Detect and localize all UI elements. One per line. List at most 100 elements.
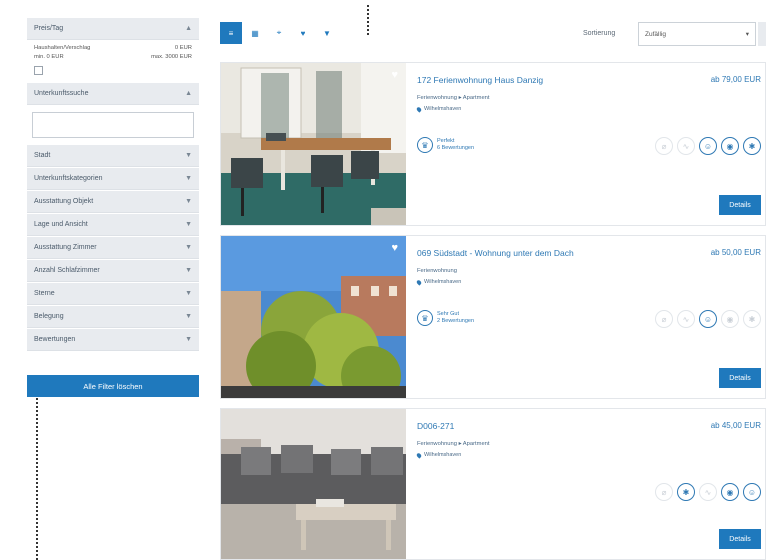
location-pin-icon <box>415 278 423 286</box>
rating-trophy-icon: ♛ <box>417 310 433 326</box>
map-view-icon[interactable]: ⌖ <box>268 22 290 44</box>
filter-label: Sterne <box>34 290 55 297</box>
filter-7[interactable]: Belegung ▼ <box>27 306 199 328</box>
favorites-view-icon[interactable]: ♥ <box>292 22 314 44</box>
wifi-icon: ∿ <box>677 310 695 328</box>
rating-text: Sehr Gut 2 Bewertungen <box>437 311 474 325</box>
rating-count: 6 Bewertungen <box>437 145 474 151</box>
price-label: Haushalten/Verschlag <box>34 45 91 51</box>
listing-type: Ferienwohnung ▸ Apartment <box>417 95 490 101</box>
chevron-down-icon: ▼ <box>185 290 192 297</box>
wifi-icon: ∿ <box>699 483 717 501</box>
listing-location: Wilhelmshaven <box>415 451 765 459</box>
listing-card: ♥ 069 Südstadt - Wohnung unter dem Dach … <box>220 235 766 399</box>
chevron-down-icon: ▼ <box>185 175 192 182</box>
search-filter-header[interactable]: Unterkunftssuche ▲ <box>27 83 199 105</box>
feature-icons: ⌀ ✱ ∿ ◉ ☺ <box>655 483 761 501</box>
filter-label: Lage und Ansicht <box>34 221 88 228</box>
filter-sidebar: Preis/Tag ▲ Haushalten/Verschlag 0 EUR m… <box>27 18 199 397</box>
favorite-heart-icon[interactable]: ♥ <box>391 242 398 254</box>
details-button[interactable]: Details <box>719 529 761 549</box>
chevron-up-icon: ▲ <box>185 25 192 32</box>
rating-label: Sehr Gut <box>437 311 460 317</box>
filter-view-icon[interactable]: ▼ <box>316 22 338 44</box>
price-checkbox[interactable] <box>34 66 43 75</box>
chevron-down-icon: ▼ <box>185 244 192 251</box>
chevron-down-icon: ▼ <box>185 221 192 228</box>
filter-5[interactable]: Anzahl Schlafzimmer ▼ <box>27 260 199 282</box>
feature-icons: ⌀ ∿ ☺ ◉ ✱ <box>655 310 761 328</box>
listing-card: ♥ 172 Ferienwohnung Haus Danzig Ferienwo… <box>220 62 766 226</box>
wifi-icon: ∿ <box>677 137 695 155</box>
pet-icon: ✱ <box>743 310 761 328</box>
listing-location: Wilhelmshaven <box>415 105 765 113</box>
filter-label: Bewertungen <box>34 336 76 343</box>
listing-type: Ferienwohnung <box>417 268 457 274</box>
price-min: min. 0 EUR <box>34 54 64 60</box>
dotted-guide-left <box>36 378 38 560</box>
filter-3[interactable]: Lage und Ansicht ▼ <box>27 214 199 236</box>
chevron-down-icon: ▼ <box>185 267 192 274</box>
baby-icon: ☺ <box>699 310 717 328</box>
filter-1[interactable]: Unterkunftskategorien ▼ <box>27 168 199 190</box>
filter-label: Ausstattung Zimmer <box>34 244 97 251</box>
pet-icon: ✱ <box>743 137 761 155</box>
listing-price: ab 45,00 EUR <box>710 421 761 430</box>
location-text: Wilhelmshaven <box>424 452 462 458</box>
rating-count: 2 Bewertungen <box>437 318 474 324</box>
rating-trophy-icon: ♛ <box>417 137 433 153</box>
price-filter-body: Haushalten/Verschlag 0 EUR min. 0 EUR ma… <box>27 40 199 83</box>
filter-0[interactable]: Stadt ▼ <box>27 145 199 167</box>
price-filter-label: Preis/Tag <box>34 25 64 32</box>
details-button[interactable]: Details <box>719 368 761 388</box>
price-filter-header[interactable]: Preis/Tag ▲ <box>27 18 199 40</box>
location-text: Wilhelmshaven <box>424 279 462 285</box>
location-pin-icon <box>415 105 423 113</box>
list-view-icon[interactable]: ≡ <box>220 22 242 44</box>
baby-icon: ☺ <box>699 137 717 155</box>
filter-label: Unterkunftskategorien <box>34 175 103 182</box>
grid-view-icon[interactable]: ▦ <box>244 22 266 44</box>
sort-value: Zufällig <box>645 30 666 38</box>
location-text: Wilhelmshaven <box>424 106 462 112</box>
sort-label: Sortierung <box>583 30 616 37</box>
favorite-heart-icon[interactable]: ♥ <box>391 69 398 81</box>
filter-label: Stadt <box>34 152 51 159</box>
listing-photo[interactable] <box>221 409 406 559</box>
listing-photo[interactable]: ♥ <box>221 236 406 398</box>
listing-card: D006-271 Ferienwohnung ▸ Apartment Wilhe… <box>220 408 766 560</box>
filter-label: Belegung <box>34 313 64 320</box>
listing-location: Wilhelmshaven <box>415 278 765 286</box>
sort-direction-button[interactable] <box>758 22 766 46</box>
listing-type: Ferienwohnung ▸ Apartment <box>417 441 490 447</box>
sort-select[interactable]: Zufällig ▾ <box>638 22 756 46</box>
wifi-signal-icon: ◉ <box>721 137 739 155</box>
view-toolbar: ≡ ▦ ⌖ ♥ ▼ <box>220 22 338 44</box>
smoking-icon: ⌀ <box>655 483 673 501</box>
filter-8[interactable]: Bewertungen ▼ <box>27 329 199 351</box>
feature-icons: ⌀ ∿ ☺ ◉ ✱ <box>655 137 761 155</box>
wifi-signal-icon: ◉ <box>721 483 739 501</box>
listing-price: ab 79,00 EUR <box>710 75 761 84</box>
chevron-down-icon: ▼ <box>185 313 192 320</box>
chevron-down-icon: ▼ <box>185 198 192 205</box>
filter-label: Ausstattung Objekt <box>34 198 94 205</box>
search-filter-label: Unterkunftssuche <box>34 90 89 97</box>
filter-4[interactable]: Ausstattung Zimmer ▼ <box>27 237 199 259</box>
price-value: 0 EUR <box>174 45 192 51</box>
listing-photo[interactable]: ♥ <box>221 63 406 225</box>
details-button[interactable]: Details <box>719 195 761 215</box>
listing-rating: ♛ Sehr Gut 2 Bewertungen <box>417 310 474 326</box>
filter-list: Stadt ▼ Unterkunftskategorien ▼ Ausstattung … <box>27 145 199 351</box>
wifi-signal-icon: ◉ <box>721 310 739 328</box>
location-pin-icon <box>415 451 423 459</box>
living-room-image <box>221 409 406 559</box>
filter-label: Anzahl Schlafzimmer <box>34 267 100 274</box>
chevron-up-icon: ▲ <box>185 90 192 97</box>
filter-2[interactable]: Ausstattung Objekt ▼ <box>27 191 199 213</box>
clear-filters-button[interactable]: Alle Filter löschen <box>27 375 199 397</box>
search-input[interactable] <box>32 112 194 138</box>
chevron-down-icon: ▾ <box>745 31 749 38</box>
dotted-guide-top <box>367 5 369 35</box>
filter-6[interactable]: Sterne ▼ <box>27 283 199 305</box>
